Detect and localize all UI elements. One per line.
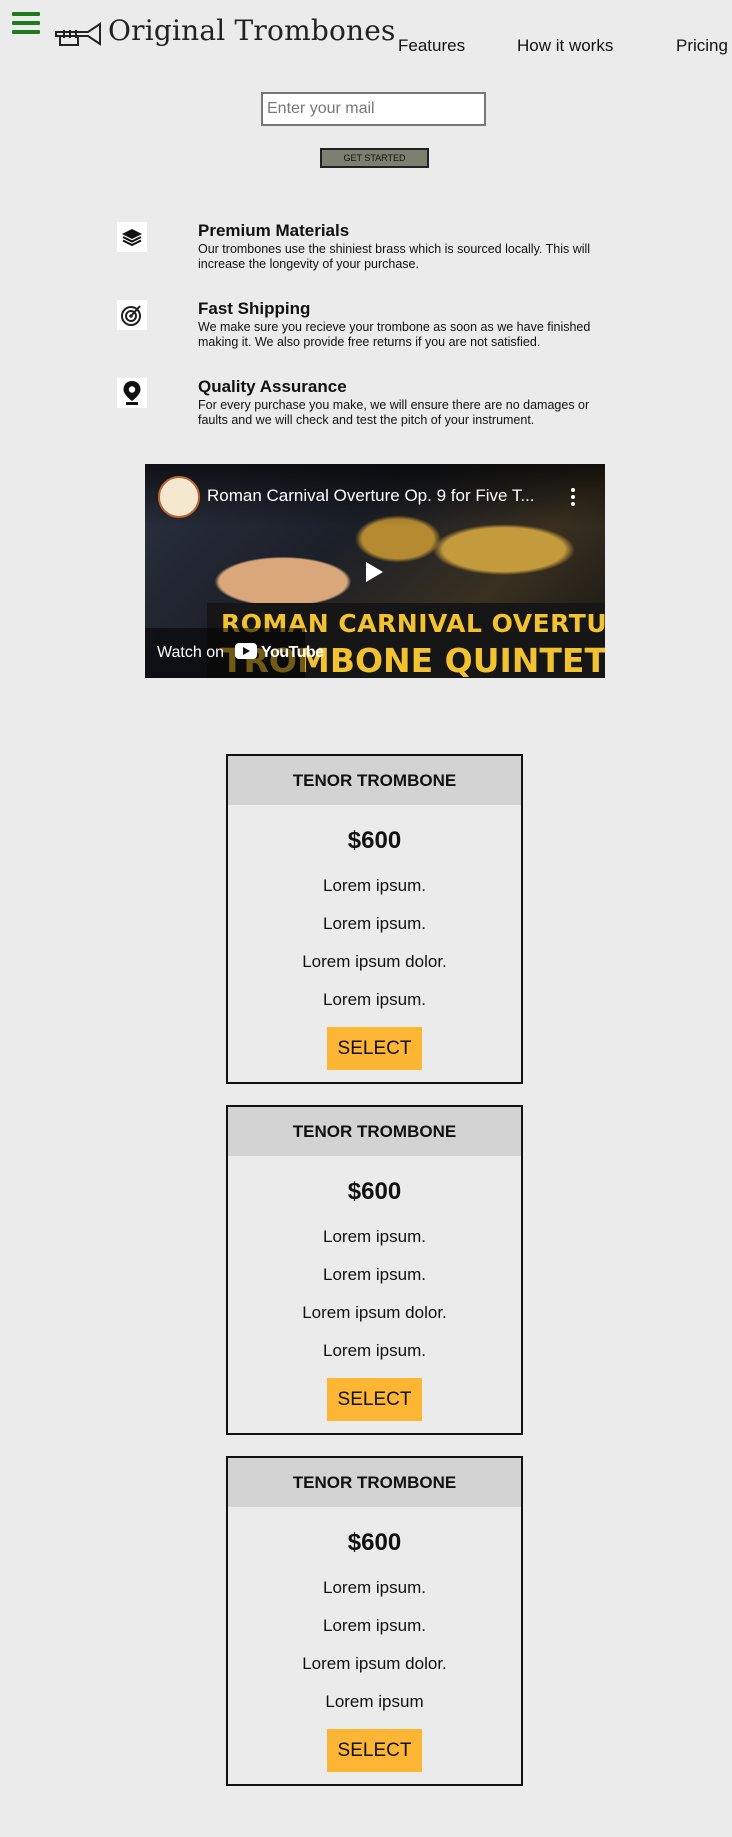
plan-feature: Lorem ipsum dolor. [302, 952, 447, 971]
feature-title: Premium Materials [198, 221, 350, 240]
feature-title: Fast Shipping [198, 299, 311, 318]
youtube-logo-icon [235, 643, 257, 659]
nav-pricing[interactable]: Pricing [676, 36, 728, 56]
plan-feature: Lorem ipsum dolor. [302, 1654, 447, 1673]
plan-feature: Lorem ipsum. [323, 1227, 426, 1246]
channel-avatar[interactable] [158, 476, 200, 518]
feature-description: Our trombones use the shiniest brass whi… [198, 242, 591, 271]
video-embed[interactable]: Roman Carnival Overture Op. 9 for Five T… [145, 464, 605, 678]
select-button[interactable]: SELECT [327, 1729, 422, 1772]
plan-feature: Lorem ipsum. [323, 1616, 426, 1635]
select-button[interactable]: SELECT [327, 1378, 422, 1421]
nav-features[interactable]: Features [398, 36, 465, 56]
nav-how-it-works[interactable]: How it works [517, 36, 613, 56]
layers-icon [117, 222, 147, 252]
pricing-card: TENOR TROMBONE $600 Lorem ipsum. Lorem i… [226, 754, 523, 1084]
plan-name: TENOR TROMBONE [228, 1107, 521, 1156]
hamburger-menu-icon[interactable] [12, 12, 40, 36]
plan-name: TENOR TROMBONE [228, 1458, 521, 1507]
plan-feature: Lorem ipsum. [323, 1265, 426, 1284]
plan-feature: Lorem ipsum [325, 1692, 424, 1711]
plan-name: TENOR TROMBONE [228, 756, 521, 805]
plan-feature: Lorem ipsum dolor. [302, 1303, 447, 1322]
feature-description: For every purchase you make, we will ens… [198, 398, 590, 427]
select-button[interactable]: SELECT [327, 1027, 422, 1070]
plan-price: $600 [347, 1529, 402, 1556]
pricing-card: TENOR TROMBONE $600 Lorem ipsum. Lorem i… [226, 1456, 523, 1786]
plan-price: $600 [347, 1178, 402, 1205]
plan-feature: Lorem ipsum. [323, 914, 426, 933]
plan-feature: Lorem ipsum. [323, 876, 426, 895]
plan-price: $600 [347, 827, 402, 854]
email-input[interactable] [261, 92, 486, 126]
get-started-button[interactable]: GET STARTED [320, 148, 429, 168]
video-title[interactable]: Roman Carnival Overture Op. 9 for Five T… [207, 486, 547, 506]
plan-feature: Lorem ipsum. [323, 1341, 426, 1360]
youtube-label: YouTube [261, 644, 324, 661]
watch-on-youtube-button[interactable]: Watch on YouTube [145, 628, 324, 678]
trombone-logo-icon [55, 22, 101, 46]
feature-title: Quality Assurance [198, 377, 347, 396]
feature-description: We make sure you recieve your trombone a… [198, 320, 591, 349]
more-options-icon[interactable] [571, 488, 575, 509]
brand-name: Original Trombones [108, 14, 396, 47]
map-pin-icon [117, 378, 147, 408]
pricing-card: TENOR TROMBONE $600 Lorem ipsum. Lorem i… [226, 1105, 523, 1435]
plan-feature: Lorem ipsum. [323, 990, 426, 1009]
plan-feature: Lorem ipsum. [323, 1578, 426, 1597]
watch-on-label: Watch on [157, 644, 224, 661]
play-icon[interactable] [366, 562, 383, 582]
target-icon [117, 300, 147, 330]
